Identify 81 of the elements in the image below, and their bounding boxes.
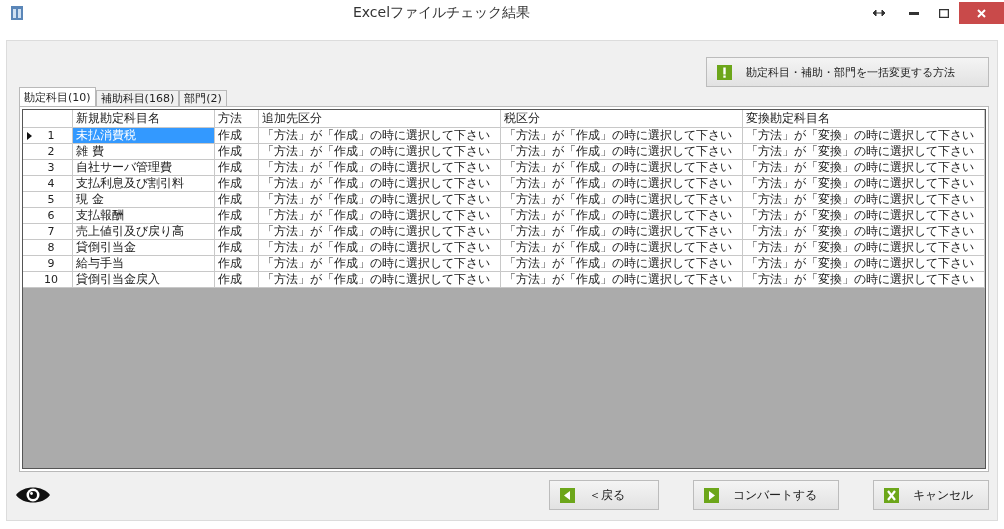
table-cell[interactable]: 作成 — [215, 224, 259, 240]
table-cell[interactable]: 給与手当 — [73, 256, 215, 272]
table-cell[interactable]: 「方法」が「作成」の時に選択して下さい — [259, 192, 501, 208]
table-cell[interactable]: 「方法」が「作成」の時に選択して下さい — [501, 208, 743, 224]
table-cell[interactable]: 「方法」が「変換」の時に選択して下さい — [743, 240, 985, 256]
table-cell[interactable]: 作成 — [215, 128, 259, 144]
table-cell[interactable]: 「方法」が「作成」の時に選択して下さい — [259, 208, 501, 224]
table-cell[interactable]: 「方法」が「変換」の時に選択して下さい — [743, 176, 985, 192]
table-cell[interactable]: 「方法」が「変換」の時に選択して下さい — [743, 128, 985, 144]
close-button[interactable] — [959, 2, 1004, 24]
bulk-change-help-button[interactable]: 勘定科目・補助・部門を一括変更する方法 — [706, 57, 989, 87]
table-cell[interactable]: 「方法」が「作成」の時に選択して下さい — [259, 224, 501, 240]
row-number: 6 — [46, 209, 56, 222]
table-cell[interactable]: 「方法」が「作成」の時に選択して下さい — [501, 192, 743, 208]
column-header[interactable]: 変換勘定科目名 — [743, 110, 985, 128]
table-cell[interactable]: 作成 — [215, 192, 259, 208]
table-cell[interactable]: 「方法」が「作成」の時に選択して下さい — [259, 176, 501, 192]
exclamation-icon — [717, 64, 732, 80]
table-cell[interactable]: 「方法」が「作成」の時に選択して下さい — [501, 240, 743, 256]
convert-button[interactable]: コンバートする — [693, 480, 839, 510]
back-button[interactable]: ＜戻る — [549, 480, 659, 510]
tab[interactable]: 補助科目(168) — [95, 90, 180, 106]
row-number: 8 — [46, 241, 56, 254]
current-row-icon — [27, 131, 32, 140]
table-cell[interactable]: 作成 — [215, 240, 259, 256]
table-cell[interactable]: 「方法」が「変換」の時に選択して下さい — [743, 160, 985, 176]
table-cell[interactable]: 作成 — [215, 176, 259, 192]
table-cell[interactable]: 「方法」が「作成」の時に選択して下さい — [501, 224, 743, 240]
table-cell[interactable]: 「方法」が「作成」の時に選択して下さい — [501, 272, 743, 288]
table-cell[interactable]: 「方法」が「作成」の時に選択して下さい — [501, 160, 743, 176]
table-cell[interactable]: 「方法」が「変換」の時に選択して下さい — [743, 144, 985, 160]
table-cell[interactable]: 貸倒引当金 — [73, 240, 215, 256]
table-cell[interactable]: 「方法」が「変換」の時に選択して下さい — [743, 272, 985, 288]
window-title: Excelファイルチェック結果 — [351, 4, 532, 22]
row-number: 4 — [46, 177, 56, 190]
row-number: 3 — [46, 161, 56, 174]
table-cell[interactable]: 「方法」が「変換」の時に選択して下さい — [743, 208, 985, 224]
app-icon — [10, 5, 24, 21]
row-number: 1 — [46, 129, 56, 142]
table-cell[interactable]: 作成 — [215, 272, 259, 288]
table-cell[interactable]: 支払報酬 — [73, 208, 215, 224]
table-cell[interactable]: 「方法」が「作成」の時に選択して下さい — [259, 160, 501, 176]
table-cell[interactable]: 「方法」が「変換」の時に選択して下さい — [743, 256, 985, 272]
row-number: 7 — [46, 225, 56, 238]
table-cell[interactable]: 「方法」が「作成」の時に選択して下さい — [259, 240, 501, 256]
table-cell[interactable]: 「方法」が「作成」の時に選択して下さい — [501, 176, 743, 192]
table-cell[interactable]: 売上値引及び戻り高 — [73, 224, 215, 240]
table-cell[interactable]: 雑 費 — [73, 144, 215, 160]
row-number: 10 — [43, 273, 59, 286]
table-cell[interactable]: 「方法」が「作成」の時に選択して下さい — [259, 144, 501, 160]
table-cell[interactable]: 「方法」が「作成」の時に選択して下さい — [259, 272, 501, 288]
table-cell[interactable]: 「方法」が「作成」の時に選択して下さい — [259, 256, 501, 272]
close-icon — [977, 8, 986, 18]
table-cell[interactable]: 貸倒引当金戻入 — [73, 272, 215, 288]
row-number: 5 — [46, 193, 56, 206]
table-cell[interactable]: 「方法」が「作成」の時に選択して下さい — [501, 256, 743, 272]
minimize-icon[interactable] — [909, 11, 919, 15]
column-header[interactable]: 新規勘定科目名 — [73, 110, 215, 128]
maximize-icon[interactable] — [939, 8, 949, 18]
table-cell[interactable]: 「方法」が「作成」の時に選択して下さい — [259, 128, 501, 144]
row-number: 9 — [46, 257, 56, 270]
table-cell[interactable]: 「方法」が「変換」の時に選択して下さい — [743, 192, 985, 208]
x-icon — [884, 487, 899, 503]
column-header[interactable]: 税区分 — [501, 110, 743, 128]
tab[interactable]: 勘定科目(10) — [19, 87, 96, 106]
table-cell[interactable]: 作成 — [215, 208, 259, 224]
resize-icon[interactable] — [873, 9, 885, 17]
column-header[interactable]: 方法 — [215, 110, 259, 128]
table-cell[interactable]: 作成 — [215, 256, 259, 272]
table-cell[interactable]: 作成 — [215, 160, 259, 176]
tab[interactable]: 部門(2) — [179, 90, 227, 106]
table-cell[interactable]: 「方法」が「作成」の時に選択して下さい — [501, 128, 743, 144]
table-cell[interactable]: 現 金 — [73, 192, 215, 208]
table-cell[interactable]: 自社サーバ管理費 — [73, 160, 215, 176]
table-cell[interactable]: 作成 — [215, 144, 259, 160]
column-header[interactable]: 追加先区分 — [259, 110, 501, 128]
table-cell[interactable]: 「方法」が「変換」の時に選択して下さい — [743, 224, 985, 240]
table-cell[interactable]: 支払利息及び割引料 — [73, 176, 215, 192]
row-number: 2 — [46, 145, 56, 158]
cancel-button[interactable]: キャンセル — [873, 480, 989, 510]
table-cell[interactable]: 「方法」が「作成」の時に選択して下さい — [501, 144, 743, 160]
